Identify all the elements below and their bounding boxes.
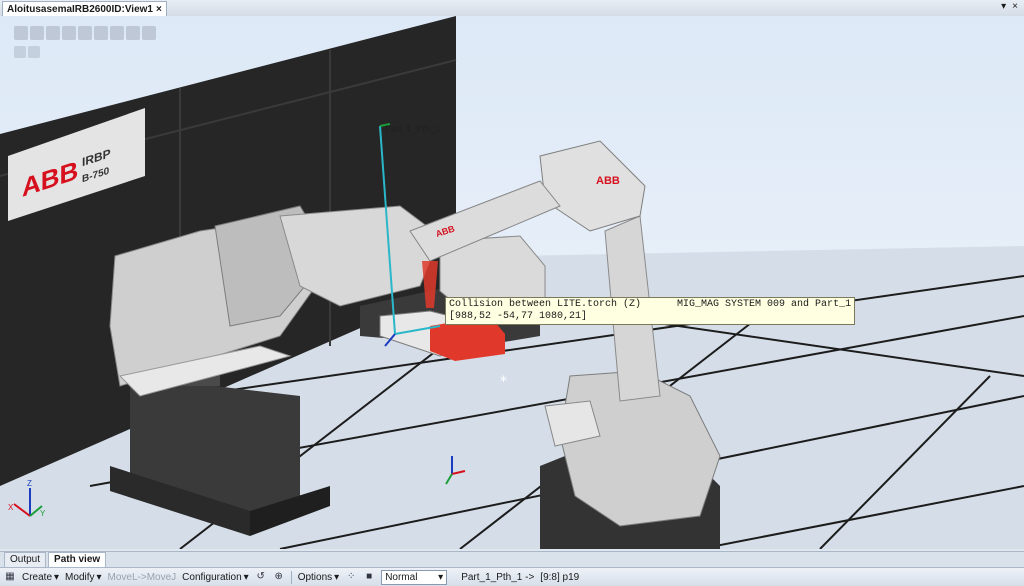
configuration-button[interactable]: Configuration ▾ [182, 572, 249, 583]
chevron-down-icon: ▾ [438, 571, 444, 583]
target-icon[interactable]: ⊕ [273, 571, 285, 583]
svg-text:*: * [500, 374, 507, 390]
robot-wrist-housing [539, 140, 646, 232]
svg-text:Y: Y [40, 509, 46, 518]
output-tabs: Output Path view [0, 551, 1024, 567]
document-tab[interactable]: AloitusasemaIRB2600ID:View1 × [2, 1, 167, 17]
grid-icon[interactable]: ▦ [4, 571, 16, 583]
path-status: Part_1_Pth_1 -> [461, 571, 535, 583]
viewport-toolbar-2 [14, 46, 40, 58]
create-button[interactable]: Create ▾ [22, 572, 59, 583]
zoom-window-icon[interactable] [30, 26, 44, 40]
snap-object-icon[interactable] [78, 26, 92, 40]
collision-coordinates: [988,52 -54,77 1080,21] [449, 311, 588, 322]
tab-path-view[interactable]: Path view [48, 552, 107, 567]
collision-tooltip: Collision between LITE.torch (Z) MIG_MAG… [445, 297, 856, 325]
viewport-toolbar [14, 26, 156, 40]
path-play-icon[interactable]: ⁘ [345, 571, 357, 583]
chevron-down-icon: ▾ [96, 571, 102, 583]
collision-message: Collision between LITE.torch (Z) MIG_MAG… [449, 299, 852, 310]
measure-icon[interactable] [142, 26, 156, 40]
stop-icon[interactable]: ■ [363, 571, 375, 583]
select-icon[interactable] [46, 26, 60, 40]
select-part-icon[interactable] [62, 26, 76, 40]
stop-icon[interactable] [28, 46, 40, 58]
separator [290, 570, 292, 584]
tab-output[interactable]: Output [4, 552, 47, 567]
options-button[interactable]: Options ▾ [298, 572, 340, 583]
chevron-down-icon: ▾ [334, 571, 340, 583]
snap-center-icon[interactable] [94, 26, 108, 40]
path-position: [9:8] p19 [540, 571, 580, 583]
svg-text:Z: Z [27, 479, 32, 488]
play-icon[interactable] [14, 46, 26, 58]
reverse-icon[interactable]: ↺ [255, 571, 267, 583]
robot-brand: ABB [596, 175, 620, 187]
document-tab-bar: AloitusasemaIRB2600ID:View1 × ▾ × [0, 0, 1024, 17]
modify-button[interactable]: Modify ▾ [65, 572, 101, 583]
path-label: Part_1_Pth_1 [385, 124, 441, 134]
robot-cell-scene: ABB IRBP B-750 ABB ABB * Z X Y [0, 16, 1024, 549]
snap-end-icon[interactable] [126, 26, 140, 40]
path-toolbar: ▦ Create ▾ Modify ▾ MoveL->MoveJ Configura… [0, 567, 1024, 586]
close-icon[interactable]: × [156, 4, 162, 15]
3d-viewport[interactable]: ABB IRBP B-750 ABB ABB * Z X Y Part_1_Pt… [0, 16, 1024, 549]
document-tab-title: AloitusasemaIRB2600ID:View1 [7, 4, 153, 15]
view-all-icon[interactable] [14, 26, 28, 40]
speed-select[interactable]: Normal ▾ [381, 569, 448, 585]
chevron-down-icon: ▾ [54, 571, 60, 583]
svg-text:X: X [8, 503, 14, 512]
snap-edge-icon[interactable] [110, 26, 124, 40]
window-close-icon[interactable]: × [1012, 1, 1018, 12]
chevron-down-icon: ▾ [243, 571, 249, 583]
movel-movej-button[interactable]: MoveL->MoveJ [108, 572, 177, 583]
window-controls: ▾ × [1001, 1, 1018, 12]
chevron-down-icon[interactable]: ▾ [1001, 1, 1006, 12]
